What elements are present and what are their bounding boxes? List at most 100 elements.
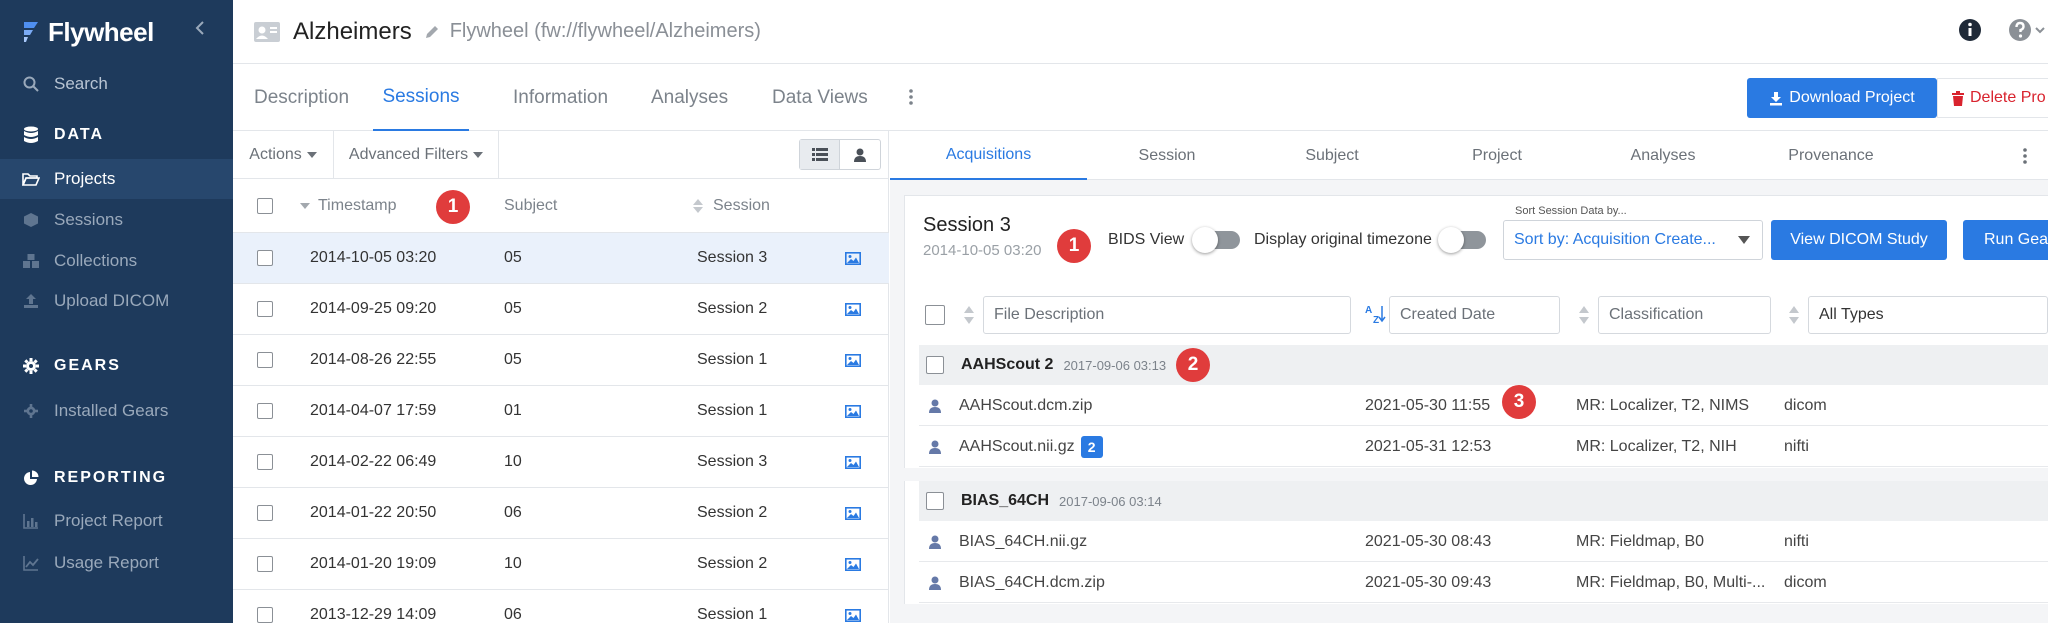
- table-row[interactable]: 2014-01-22 20:50 06 Session 2: [233, 488, 889, 539]
- download-project-button[interactable]: Download Project: [1747, 78, 1937, 118]
- more-detail-tabs-button[interactable]: [2015, 143, 2035, 169]
- flywheel-logo[interactable]: Flywheel: [20, 14, 154, 50]
- acquisition-checkbox[interactable]: [926, 356, 944, 374]
- sessions-toolbar: Actions Advanced Filters: [233, 131, 889, 179]
- tab-subject[interactable]: Subject: [1247, 131, 1417, 180]
- table-row[interactable]: 2014-10-05 03:20 05 Session 3: [233, 233, 889, 284]
- bids-view-toggle[interactable]: [1192, 227, 1240, 253]
- session-title: Session 3: [923, 214, 1011, 236]
- info-icon[interactable]: [1958, 18, 1982, 42]
- image-icon[interactable]: [845, 353, 861, 367]
- row-checkbox-wrap: [257, 539, 273, 589]
- sidebar: Flywheel Search DATA Projects Sessions C…: [0, 0, 233, 623]
- file-row[interactable]: BIAS_64CH.nii.gz 2021-05-30 08:43 MR: Fi…: [919, 521, 2048, 562]
- sort-icon[interactable]: [1788, 304, 1800, 326]
- image-icon[interactable]: [845, 302, 861, 316]
- sidebar-item-project-report[interactable]: Project Report: [0, 501, 233, 541]
- table-row[interactable]: 2013-12-29 14:09 06 Session 1: [233, 590, 889, 623]
- timestamp-column-header[interactable]: Timestamp: [300, 179, 397, 233]
- table-row[interactable]: 2014-02-22 06:49 10 Session 3: [233, 437, 889, 488]
- acquisition-checkbox[interactable]: [926, 492, 944, 510]
- row-checkbox[interactable]: [257, 454, 273, 470]
- row-checkbox[interactable]: [257, 301, 273, 317]
- file-description-filter[interactable]: File Description: [983, 296, 1351, 334]
- bar-chart-icon: [22, 512, 40, 530]
- table-row[interactable]: 2014-04-07 17:59 01 Session 1: [233, 386, 889, 437]
- row-checkbox[interactable]: [257, 607, 273, 623]
- row-subject: 01: [504, 402, 522, 419]
- acquisition-group-header[interactable]: BIAS_64CH 2017-09-06 03:14: [919, 481, 2048, 521]
- sidebar-item-sessions[interactable]: Sessions: [0, 200, 233, 240]
- tab-information[interactable]: Information: [513, 64, 608, 131]
- tab-acquisitions[interactable]: Acquisitions: [890, 131, 1087, 180]
- sidebar-item-projects[interactable]: Projects: [0, 159, 233, 199]
- sort-select-value: Sort by: Acquisition Create...: [1514, 231, 1716, 248]
- classification-filter[interactable]: Classification: [1598, 296, 1771, 334]
- vertical-dots-icon: [2023, 148, 2027, 164]
- delete-project-button[interactable]: Delete Pro: [1937, 78, 2048, 118]
- tab-session[interactable]: Session: [1087, 131, 1247, 180]
- image-icon[interactable]: [845, 557, 861, 571]
- sidebar-search[interactable]: Search: [0, 64, 233, 104]
- file-count-badge[interactable]: 2: [1080, 435, 1103, 458]
- subject-column-header[interactable]: Subject: [504, 179, 557, 233]
- created-date-filter[interactable]: Created Date: [1389, 296, 1560, 334]
- tab-analyses[interactable]: Analyses: [651, 64, 728, 131]
- sort-alpha-icon[interactable]: AZ: [1365, 304, 1387, 324]
- select-all-checkbox[interactable]: [257, 198, 273, 214]
- file-row[interactable]: AAHScout.nii.gz 2 2021-05-31 12:53 MR: L…: [919, 426, 2048, 467]
- table-row[interactable]: 2014-08-26 22:55 05 Session 1: [233, 335, 889, 386]
- image-icon-wrap: [845, 284, 861, 334]
- sidebar-item-collections[interactable]: Collections: [0, 241, 233, 281]
- sidebar-item-usage-report[interactable]: Usage Report: [0, 543, 233, 583]
- display-timezone-toggle[interactable]: [1438, 227, 1486, 253]
- group-separator: [904, 604, 2048, 623]
- row-checkbox[interactable]: [257, 352, 273, 368]
- run-gear-button[interactable]: Run Gea: [1963, 220, 2048, 260]
- row-timestamp: 2013-12-29 14:09: [310, 606, 437, 623]
- view-dicom-study-button[interactable]: View DICOM Study: [1771, 220, 1947, 260]
- collapse-sidebar-button[interactable]: [188, 16, 212, 40]
- image-icon[interactable]: [845, 608, 861, 622]
- row-checkbox[interactable]: [257, 556, 273, 572]
- more-tabs-button[interactable]: [901, 84, 921, 110]
- tab-data-views[interactable]: Data Views: [772, 64, 868, 131]
- image-icon[interactable]: [845, 455, 861, 469]
- file-row[interactable]: BIAS_64CH.dcm.zip 2021-05-30 09:43 MR: F…: [919, 562, 2048, 603]
- help-icon[interactable]: [2008, 18, 2048, 42]
- subject-view-button[interactable]: [840, 140, 880, 169]
- row-checkbox-wrap: [257, 284, 273, 334]
- pencil-icon[interactable]: [424, 24, 440, 40]
- row-timestamp: 2014-04-07 17:59: [310, 402, 437, 419]
- select-all-files-checkbox[interactable]: [925, 305, 945, 325]
- tab-sessions[interactable]: Sessions: [373, 64, 469, 131]
- actions-dropdown[interactable]: Actions: [233, 131, 334, 179]
- table-row[interactable]: 2014-01-20 19:09 10 Session 2: [233, 539, 889, 590]
- tab-provenance[interactable]: Provenance: [1749, 131, 1913, 180]
- image-icon[interactable]: [845, 404, 861, 418]
- user-icon-wrap: [929, 562, 941, 603]
- image-icon[interactable]: [845, 251, 861, 265]
- row-subject: 06: [504, 504, 522, 521]
- gear-icon: [22, 357, 40, 375]
- session-column-header[interactable]: Session: [693, 179, 770, 233]
- tab-project[interactable]: Project: [1417, 131, 1577, 180]
- advanced-filters-dropdown[interactable]: Advanced Filters: [334, 131, 499, 179]
- row-checkbox[interactable]: [257, 505, 273, 521]
- tab-description[interactable]: Description: [254, 64, 349, 131]
- type-filter-select[interactable]: All Types: [1808, 296, 2048, 334]
- file-row[interactable]: AAHScout.dcm.zip 2021-05-30 11:55 MR: Lo…: [919, 385, 2048, 426]
- sidebar-item-upload-dicom[interactable]: Upload DICOM: [0, 281, 233, 321]
- row-checkbox[interactable]: [257, 403, 273, 419]
- sidebar-item-installed-gears[interactable]: Installed Gears: [0, 391, 233, 431]
- row-checkbox[interactable]: [257, 250, 273, 266]
- acquisition-group-header[interactable]: AAHScout 2 2017-09-06 03:13: [919, 345, 2048, 385]
- table-row[interactable]: 2014-09-25 09:20 05 Session 2: [233, 284, 889, 335]
- image-icon[interactable]: [845, 506, 861, 520]
- sort-icon[interactable]: [963, 304, 975, 326]
- sort-session-data-select[interactable]: Sort by: Acquisition Create...: [1503, 220, 1763, 260]
- row-subject: 05: [504, 249, 522, 266]
- list-view-button[interactable]: [800, 140, 841, 169]
- tab-analyses-detail[interactable]: Analyses: [1577, 131, 1749, 180]
- sort-icon[interactable]: [1578, 304, 1590, 326]
